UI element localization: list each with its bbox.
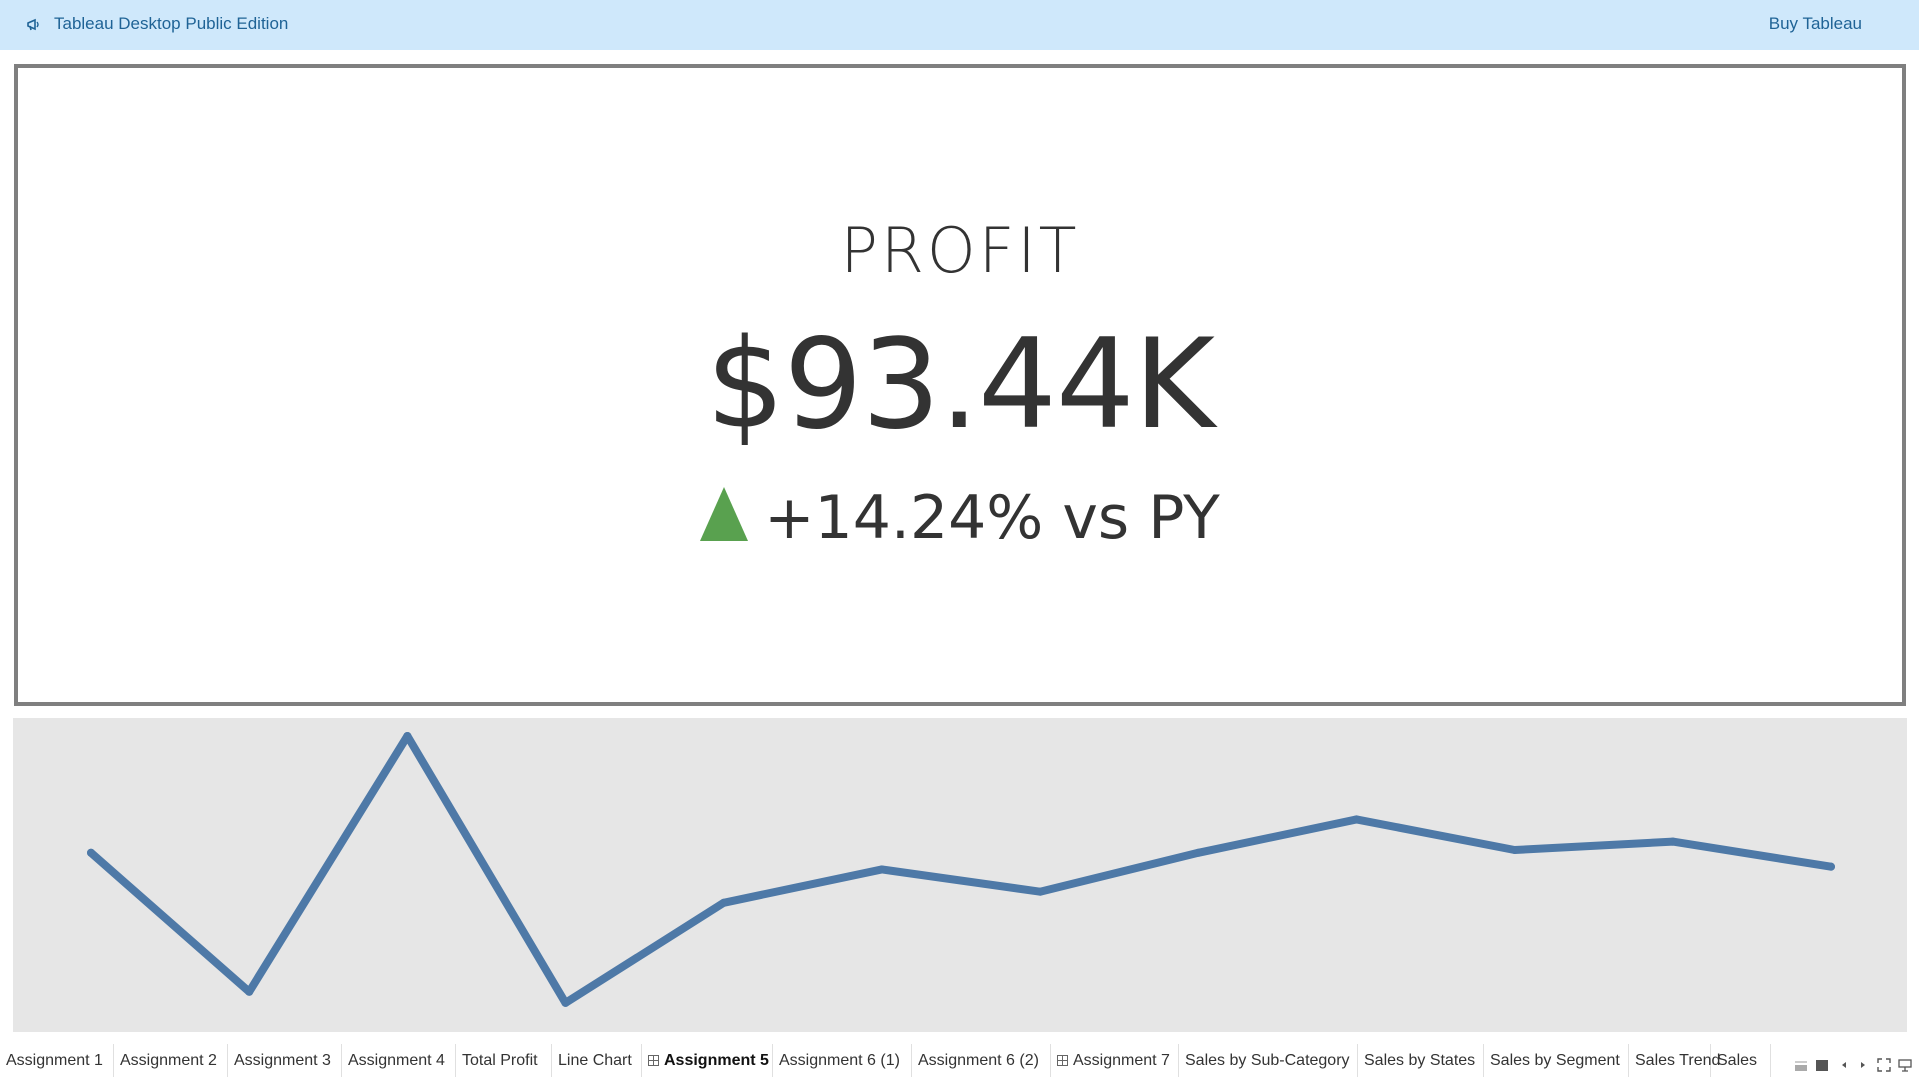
- sheet-tabs-bar: Assignment 1 Assignment 2 Assignment 3 Assi…: [0, 1044, 1919, 1079]
- sheet-tab[interactable]: Sales Trend: [1629, 1044, 1720, 1077]
- sheet-tab-label: Sales by States: [1364, 1052, 1476, 1069]
- app-title: Tableau Desktop Public Edition: [54, 14, 289, 33]
- sheet-tab-label: Assignment 6 (2): [918, 1052, 1039, 1069]
- sheet-tab-label: Assignment 1: [6, 1052, 103, 1069]
- sparkline-svg[interactable]: [13, 718, 1907, 1032]
- fullscreen-icon[interactable]: [1877, 1058, 1891, 1072]
- sheet-tab[interactable]: Assignment 6 (2): [912, 1044, 1051, 1077]
- sheet-tab-label: Assignment 3: [234, 1052, 331, 1069]
- sheet-tab-label: Total Profit: [462, 1052, 538, 1069]
- megaphone-icon: [27, 18, 39, 31]
- sheet-tab-label: Assignment 5: [664, 1052, 769, 1069]
- sheet-tab[interactable]: Assignment 3: [228, 1044, 342, 1077]
- sheet-tab[interactable]: Assignment 6 (1): [773, 1044, 912, 1077]
- kpi-change-text: +14.24% vs PY: [764, 483, 1220, 553]
- sheet-tab-label: Assignment 2: [120, 1052, 217, 1069]
- dashboard-icon: [648, 1055, 659, 1066]
- presentation-icon[interactable]: [1898, 1058, 1912, 1072]
- top-banner: Tableau Desktop Public Edition Buy Table…: [0, 0, 1919, 50]
- data-point[interactable]: [877, 865, 886, 874]
- sheet-tab-label: Assignment 4: [348, 1052, 445, 1069]
- data-point[interactable]: [1036, 887, 1045, 896]
- sheet-tab[interactable]: Assignment 1: [0, 1044, 114, 1077]
- scroll-right-icon[interactable]: [1856, 1058, 1870, 1072]
- sheet-tab-label: Sales by Sub-Category: [1185, 1052, 1350, 1069]
- data-point[interactable]: [719, 898, 728, 907]
- buy-tableau-link[interactable]: Buy Tableau: [1769, 14, 1862, 34]
- profit-trend-sparkline[interactable]: [13, 718, 1907, 1032]
- triangle-up-icon: [700, 487, 749, 541]
- sheet-tab-label: Line Chart: [558, 1052, 632, 1069]
- sheet-tab[interactable]: Sales by Segment: [1484, 1044, 1629, 1077]
- data-point[interactable]: [1194, 848, 1203, 857]
- profit-kpi-card[interactable]: PROFIT $93.44K +14.24% vs PY: [14, 64, 1906, 706]
- kpi-label: PROFIT: [840, 214, 1080, 287]
- data-point[interactable]: [87, 848, 95, 857]
- data-point[interactable]: [1352, 815, 1361, 824]
- data-point[interactable]: [403, 732, 412, 740]
- sheet-tab-label: Assignment 6 (1): [779, 1052, 900, 1069]
- data-point[interactable]: [1668, 837, 1677, 846]
- sheet-tab-label: Assignment 7: [1073, 1052, 1170, 1069]
- sheet-tab[interactable]: Sales: [1711, 1044, 1771, 1077]
- sheet-tab[interactable]: Total Profit: [456, 1044, 552, 1077]
- data-point[interactable]: [245, 987, 254, 996]
- grid-view-icon[interactable]: [1815, 1058, 1829, 1072]
- kpi-change: +14.24% vs PY: [18, 483, 1902, 553]
- sheet-tab[interactable]: Sales by States: [1358, 1044, 1484, 1077]
- sheet-tab[interactable]: Assignment 7: [1051, 1044, 1179, 1077]
- dashboard-icon: [1057, 1055, 1068, 1066]
- data-point[interactable]: [561, 998, 570, 1007]
- kpi-value: $93.44K: [705, 313, 1215, 457]
- sheet-tab[interactable]: Sales by Sub-Category: [1179, 1044, 1358, 1077]
- sheet-tab-label: Sales by Segment: [1490, 1052, 1620, 1069]
- sheet-tab[interactable]: Assignment 5: [642, 1044, 773, 1077]
- sheet-tab[interactable]: Line Chart: [552, 1044, 642, 1077]
- sheet-tab-label: Sales: [1717, 1052, 1758, 1069]
- data-point[interactable]: [1510, 845, 1519, 854]
- sheet-tab-label: Sales Trend: [1635, 1052, 1721, 1069]
- sheet-tab[interactable]: Assignment 4: [342, 1044, 456, 1077]
- data-point[interactable]: [1827, 862, 1835, 871]
- sheet-tab[interactable]: Assignment 2: [114, 1044, 228, 1077]
- filmstrip-view-icon[interactable]: [1794, 1058, 1808, 1072]
- scroll-left-icon[interactable]: [1837, 1058, 1851, 1072]
- series-line[interactable]: [87, 732, 1835, 1007]
